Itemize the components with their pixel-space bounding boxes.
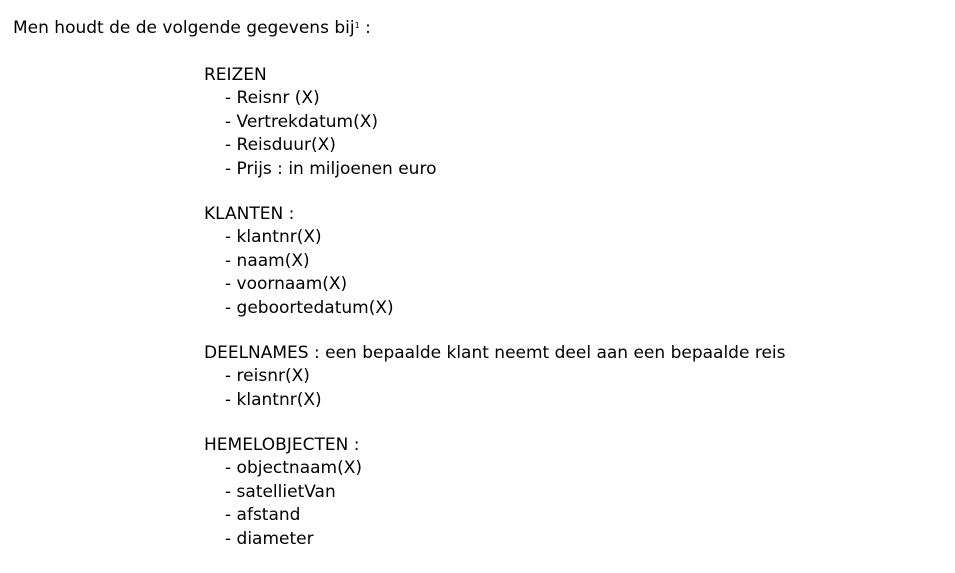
field-item: - objectnaam(X)	[225, 458, 363, 478]
entity-title: HEMELOBJECTEN :	[204, 435, 360, 455]
field-item: - diameter	[225, 528, 314, 549]
entity-deelnames: DEELNAMES : een bepaalde klant neemt dee…	[204, 342, 944, 412]
entity-klanten: KLANTEN : - klantnr(X) - naam(X) - voorn…	[204, 203, 944, 320]
field-item: - Reisnr (X)	[225, 88, 320, 108]
entity-hemelobjecten: HEMELOBJECTEN : - objectnaam(X) - satell…	[204, 434, 944, 551]
entity-list: REIZEN - Reisnr (X) - Vertrekdatum(X) - …	[204, 64, 944, 573]
intro-text: Men houdt de de volgende gegevens bij	[13, 18, 355, 38]
field-item: - voornaam(X)	[225, 274, 348, 294]
field-item: - klantnr(X)	[225, 389, 322, 410]
entity-title: KLANTEN :	[204, 204, 295, 224]
footnote-mark: 1	[354, 21, 360, 30]
field-item: - afstand	[225, 505, 301, 525]
entity-title: REIZEN	[204, 65, 267, 85]
field-item: - satellietVan	[225, 481, 336, 502]
entity-reizen: REIZEN - Reisnr (X) - Vertrekdatum(X) - …	[204, 64, 944, 181]
field-item: - reisnr(X)	[225, 366, 310, 386]
field-item: - klantnr(X)	[225, 227, 322, 247]
field-item: - geboortedatum(X)	[225, 297, 394, 318]
intro-suffix: :	[359, 18, 371, 38]
entity-title: DEELNAMES : een bepaalde klant neemt dee…	[204, 343, 786, 363]
field-item: - Reisduur(X)	[225, 135, 336, 155]
field-item: - naam(X)	[225, 250, 310, 271]
intro-line: Men houdt de de volgende gegevens bij1 :	[13, 17, 371, 39]
field-item: - Vertrekdatum(X)	[225, 111, 378, 132]
field-item: - Prijs : in miljoenen euro	[225, 158, 437, 179]
